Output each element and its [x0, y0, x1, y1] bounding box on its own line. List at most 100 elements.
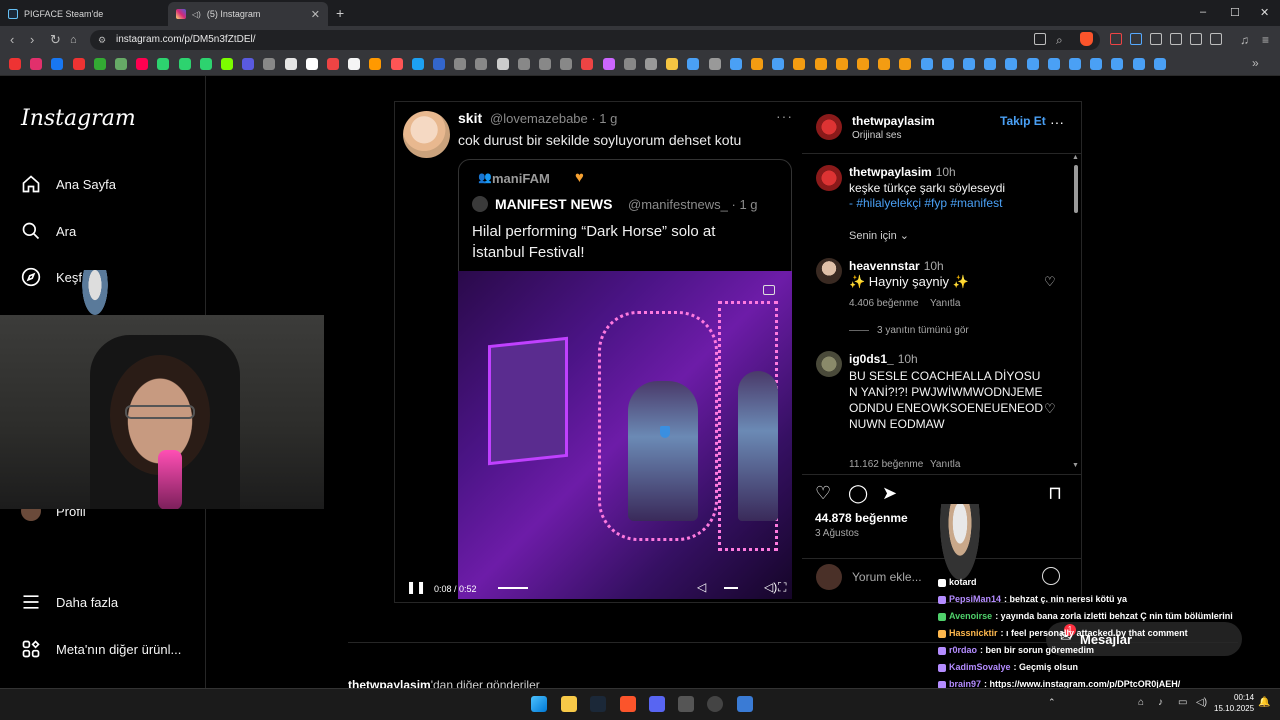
bookmark-favicon-icon[interactable] [30, 58, 43, 70]
bookmark-favicon-icon[interactable] [708, 58, 721, 70]
forward-button[interactable]: › [30, 32, 34, 47]
bookmark-favicon-icon[interactable] [963, 58, 975, 70]
system-clock[interactable]: 00:14 15.10.2025 [1214, 692, 1254, 714]
bookmark-favicon-icon[interactable] [390, 58, 403, 70]
app-icon[interactable] [737, 696, 753, 712]
like-icon[interactable]: ♡ [1044, 401, 1056, 417]
volume-slider[interactable] [724, 587, 738, 589]
bookmark-favicon-icon[interactable] [751, 58, 763, 70]
bookmark-favicon-icon[interactable] [93, 58, 106, 70]
video-progress-bar[interactable] [498, 587, 528, 589]
avatar[interactable] [816, 114, 842, 140]
caption-hashtags[interactable]: - #hilalyelekçi #fyp #manifest [849, 195, 1002, 211]
file-explorer-icon[interactable] [561, 696, 577, 712]
bookmark-favicon-icon[interactable] [221, 58, 233, 70]
tray-chevron-icon[interactable]: ⌃ [1048, 697, 1056, 708]
concert-video[interactable] [458, 271, 792, 599]
bookmark-favicon-icon[interactable] [1090, 58, 1103, 70]
volume-icon[interactable]: ◁) [1196, 697, 1207, 708]
notifications-icon[interactable]: 🔔 [1258, 697, 1270, 708]
wallet-icon[interactable] [1210, 33, 1222, 45]
bookmark-favicon-icon[interactable] [136, 58, 149, 70]
bookmark-favicon-icon[interactable] [327, 58, 339, 70]
comment-user[interactable]: ig0ds1_ [849, 352, 894, 366]
avatar[interactable] [816, 165, 842, 191]
sidebar-icon[interactable] [1190, 33, 1202, 45]
like-icon[interactable]: ♡ [815, 483, 831, 504]
audio-label[interactable]: Orijinal ses [852, 130, 901, 141]
bookmark-favicon-icon[interactable] [560, 58, 573, 70]
bookmark-favicon-icon[interactable] [899, 58, 912, 70]
comment-author[interactable]: ig0ds1_ 10h [849, 352, 918, 366]
url-text[interactable]: instagram.com/p/DM5n3fZtDEl/ [116, 34, 256, 45]
bookmark-favicon-icon[interactable] [941, 58, 954, 70]
reply-button[interactable]: Yanıtla [930, 298, 960, 309]
bookmark-favicon-icon[interactable] [984, 58, 997, 70]
bookmark-favicon-icon[interactable] [51, 58, 64, 70]
nav-home[interactable]: Ana Sayfa [20, 173, 116, 195]
bookmark-favicon-icon[interactable] [454, 58, 467, 70]
bookmark-favicon-icon[interactable] [1069, 58, 1081, 70]
like-icon[interactable]: ♡ [1044, 274, 1056, 290]
scrollbar-thumb[interactable] [1074, 165, 1078, 213]
bookmark-favicon-icon[interactable] [178, 58, 191, 70]
bookmark-favicon-icon[interactable] [1026, 58, 1039, 70]
app-icon[interactable] [678, 696, 694, 712]
follow-button[interactable]: Takip Et [1000, 114, 1046, 128]
bookmark-favicon-icon[interactable] [920, 58, 933, 70]
extension-icon[interactable] [1110, 33, 1122, 45]
obs-icon[interactable] [707, 696, 723, 712]
comment-icon[interactable]: ◯ [848, 483, 868, 504]
bookmark-favicon-icon[interactable] [666, 58, 679, 70]
close-window-button[interactable]: ✕ [1260, 6, 1269, 19]
site-info-icon[interactable]: ⚙ [98, 35, 106, 46]
scroll-up-icon[interactable]: ▲ [1072, 154, 1079, 161]
nav-search[interactable]: Ara [20, 220, 76, 242]
maximize-button[interactable]: ☐ [1230, 6, 1240, 19]
bookmark-favicon-icon[interactable] [857, 58, 869, 70]
bookmark-favicon-icon[interactable] [1005, 58, 1018, 70]
speaker-icon[interactable]: ◁) [192, 10, 201, 19]
bookmark-favicon-icon[interactable] [157, 58, 170, 70]
bookmark-favicon-icon[interactable] [1047, 58, 1060, 70]
more-bookmarks-icon[interactable]: » [1252, 56, 1259, 70]
close-tab-icon[interactable]: ✕ [311, 8, 320, 21]
bookmark-favicon-icon[interactable] [1153, 58, 1166, 70]
comment-user[interactable]: heavennstar [849, 259, 920, 273]
media-icon[interactable]: ♫ [1240, 33, 1249, 47]
save-icon[interactable]: ⊓ [1048, 483, 1062, 504]
bookmark-favicon-icon[interactable] [539, 58, 551, 70]
bookmark-favicon-icon[interactable] [242, 58, 255, 70]
fullscreen-icon[interactable]: ⛶ [778, 580, 786, 595]
bookmark-favicon-icon[interactable] [878, 58, 891, 70]
pause-icon[interactable]: ❚❚ [406, 580, 426, 594]
bookmark-favicon-icon[interactable] [369, 58, 382, 70]
bookmark-favicon-icon[interactable] [496, 58, 509, 70]
tab-steam[interactable]: PIGFACE Steam'de [0, 2, 166, 26]
bookmark-favicon-icon[interactable] [687, 58, 700, 70]
bookmark-favicon-icon[interactable] [602, 58, 615, 70]
bookmark-favicon-icon[interactable] [835, 58, 848, 70]
monitor-icon[interactable]: ▭ [1178, 697, 1187, 708]
nav-more[interactable]: Daha fazla [20, 591, 118, 613]
network-icon[interactable]: ⌂ [1138, 697, 1144, 708]
steam-icon[interactable] [590, 696, 606, 712]
bookmark-favicon-icon[interactable] [1132, 58, 1145, 70]
new-tab-button[interactable]: + [336, 5, 344, 21]
for-you-filter[interactable]: Senin için ⌄ [849, 229, 909, 242]
extension-icon[interactable] [1150, 33, 1162, 45]
discord-icon[interactable] [649, 696, 665, 712]
total-likes[interactable]: 44.878 beğenme [815, 511, 908, 525]
more-icon[interactable]: ··· [1050, 114, 1064, 130]
bookmark-favicon-icon[interactable] [581, 58, 594, 70]
brave-icon[interactable] [620, 696, 636, 712]
bookmark-favicon-icon[interactable] [115, 58, 127, 70]
bookmark-favicon-icon[interactable] [411, 58, 424, 70]
bookmark-favicon-icon[interactable] [1111, 58, 1124, 70]
minimize-button[interactable]: – [1200, 6, 1206, 18]
windows-start-icon[interactable] [531, 696, 547, 712]
reply-button[interactable]: Yanıtla [930, 459, 960, 470]
bookmark-favicon-icon[interactable] [433, 58, 445, 70]
brave-shields-icon[interactable] [1080, 32, 1093, 46]
cast-icon[interactable] [1034, 33, 1046, 45]
